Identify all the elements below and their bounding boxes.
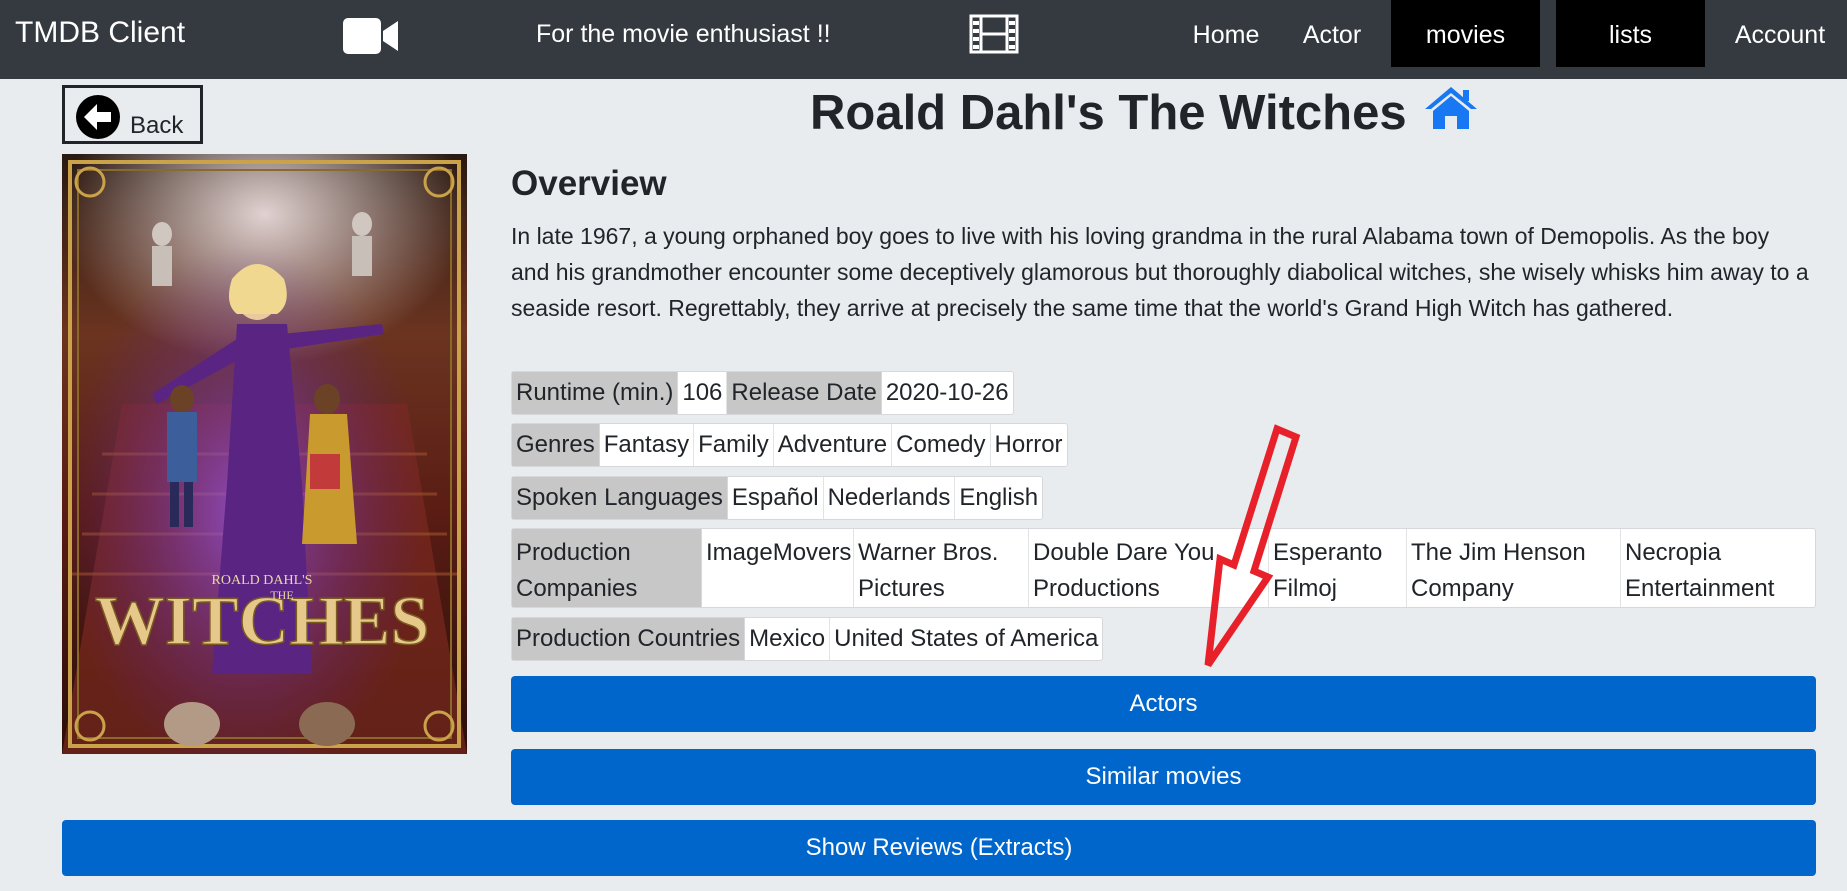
company-item: Necropia Entertainment xyxy=(1625,539,1775,602)
release-date-value: 2020-10-26 xyxy=(885,379,1009,406)
runtime-release-row: Runtime (min.) 106 Release Date 2020-10-… xyxy=(511,371,1014,415)
languages-label: Spoken Languages xyxy=(512,477,728,519)
runtime-value: 106 xyxy=(678,372,728,414)
page-title: Roald Dahl's The Witches xyxy=(810,86,1407,140)
brand[interactable]: TMDB Client xyxy=(15,16,185,50)
genres-label: Genres xyxy=(512,424,600,466)
language-item: Nederlands xyxy=(824,477,956,519)
actors-button[interactable]: Actors xyxy=(511,676,1816,732)
back-label: Back xyxy=(130,112,184,139)
overview-text: In late 1967, a young orphaned boy goes … xyxy=(511,223,1809,321)
back-button[interactable]: Back xyxy=(62,85,203,144)
language-item: Español xyxy=(728,477,824,519)
poster-the-text: THE xyxy=(270,588,293,602)
genre-item: Fantasy xyxy=(600,424,695,466)
nav-home[interactable]: Home xyxy=(1188,0,1264,67)
production-companies-label: Production Companies xyxy=(512,529,702,607)
release-date-label: Release Date xyxy=(727,372,882,414)
genres-row: Genres Fantasy Family Adventure Comedy H… xyxy=(511,423,1068,467)
navbar: TMDB Client For the movie enthusiast !! … xyxy=(0,0,1847,79)
similar-movies-button[interactable]: Similar movies xyxy=(511,749,1816,805)
language-item: English xyxy=(959,484,1039,511)
genre-item: Adventure xyxy=(774,424,893,466)
film-strip-icon xyxy=(969,14,1019,59)
runtime-label: Runtime (min.) xyxy=(512,372,679,414)
nav-account[interactable]: Account xyxy=(1730,0,1830,67)
company-item: Double Dare You Productions xyxy=(1029,529,1269,607)
home-icon[interactable] xyxy=(1423,85,1479,136)
company-item: Warner Bros. Pictures xyxy=(854,529,1029,607)
company-item: Esperanto Filmoj xyxy=(1269,529,1407,607)
genre-item: Horror xyxy=(994,431,1063,458)
company-item: ImageMovers xyxy=(702,529,854,607)
poster-title-text: WITCHES xyxy=(95,583,430,660)
country-item: Mexico xyxy=(745,618,831,660)
arrow-left-circle-icon xyxy=(75,94,121,145)
show-reviews-button[interactable]: Show Reviews (Extracts) xyxy=(62,820,1816,876)
languages-row: Spoken Languages Español Nederlands Engl… xyxy=(511,476,1044,520)
nav-movies[interactable]: movies xyxy=(1391,0,1540,67)
production-countries-row: Production Countries Mexico United State… xyxy=(511,617,1104,661)
country-item: United States of America xyxy=(834,625,1099,652)
video-camera-icon xyxy=(343,18,399,59)
page-title-wrap: Roald Dahl's The Witches xyxy=(810,85,1479,147)
nav-lists[interactable]: lists xyxy=(1556,0,1705,67)
genre-item: Family xyxy=(694,424,774,466)
production-countries-label: Production Countries xyxy=(512,618,746,660)
nav-actor[interactable]: Actor xyxy=(1296,0,1368,67)
tagline: For the movie enthusiast !! xyxy=(536,20,831,48)
genre-item: Comedy xyxy=(892,424,991,466)
overview-heading: Overview xyxy=(511,164,667,203)
production-companies-row: Production Companies ImageMovers Warner … xyxy=(511,528,1816,608)
company-item: The Jim Henson Company xyxy=(1407,529,1621,607)
movie-poster: ROALD DAHL'S WITCHES THE xyxy=(62,154,467,754)
